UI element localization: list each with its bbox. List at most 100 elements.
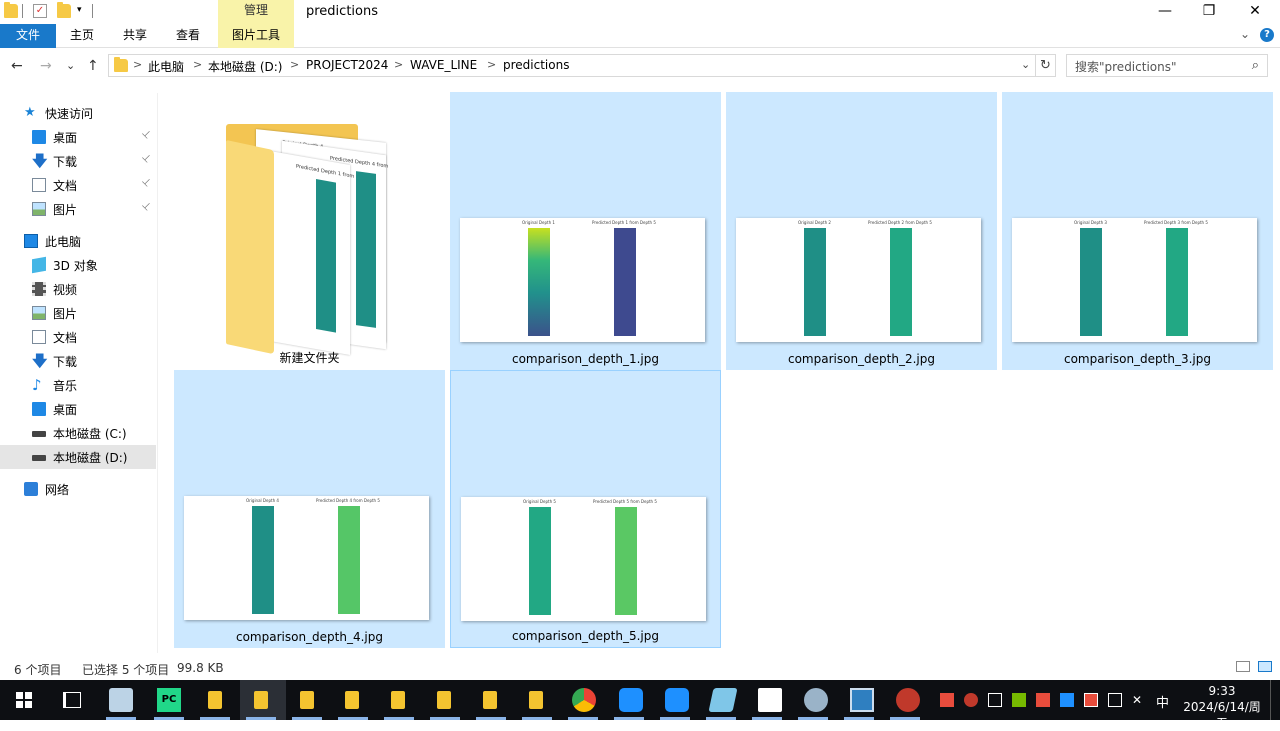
recent-locations-button[interactable]: ⌄: [66, 59, 75, 72]
monitor-app-icon[interactable]: [109, 688, 133, 712]
sidebar-item-label: 桌面: [53, 131, 78, 145]
drive-icon: [32, 455, 46, 461]
breadcrumb-project2024[interactable]: PROJECT2024: [306, 58, 388, 72]
sync-app-icon[interactable]: [619, 688, 643, 712]
details-view-icon[interactable]: [1236, 661, 1250, 672]
quick-access-dropdown-icon[interactable]: ▾: [77, 5, 82, 15]
breadcrumb-this-pc[interactable]: 此电脑: [148, 58, 184, 75]
sidebar-item[interactable]: 🡇 下载 ⊥: [0, 149, 156, 173]
network-icon[interactable]: [1108, 693, 1122, 707]
explorer-icon[interactable]: [345, 691, 359, 709]
clock[interactable]: 9:33 2024/6/14/周五: [1180, 683, 1264, 731]
file-item[interactable]: Original Depth 5 Predicted Depth 5 from D…: [450, 370, 721, 648]
breadcrumb-separator[interactable]: >: [487, 58, 496, 71]
chrome-icon[interactable]: [572, 688, 596, 712]
sidebar-item[interactable]: 3D 对象: [0, 253, 156, 277]
notes-app-icon[interactable]: [708, 688, 738, 712]
manage-tab[interactable]: 管理: [218, 0, 294, 24]
tray-app-icon[interactable]: [964, 693, 978, 707]
file-name: comparison_depth_2.jpg: [787, 352, 935, 366]
properties-icon[interactable]: ✓: [33, 4, 47, 18]
pictures-icon: [32, 202, 46, 216]
tab-file[interactable]: 文件: [0, 24, 56, 48]
help-icon[interactable]: ?: [1260, 28, 1274, 42]
back-button[interactable]: ←: [11, 58, 23, 74]
search-box[interactable]: 搜索"predictions" ⌕: [1066, 54, 1268, 77]
file-name: comparison_depth_5.jpg: [511, 629, 659, 643]
game-app-icon[interactable]: [896, 688, 920, 712]
breadcrumb-wave-line[interactable]: WAVE_LINE: [410, 58, 477, 72]
explorer-icon[interactable]: [529, 691, 543, 709]
tab-home[interactable]: 主页: [58, 24, 106, 48]
up-button[interactable]: ↑: [87, 58, 99, 74]
breadcrumb-separator[interactable]: >: [193, 58, 202, 71]
task-view-icon[interactable]: [63, 692, 81, 708]
explorer-icon[interactable]: [254, 691, 268, 709]
tray-app-icon[interactable]: [940, 693, 954, 707]
file-item[interactable]: Original Depth 1 Predicted Depth 1 from D…: [450, 92, 721, 370]
sidebar-item[interactable]: 视频: [0, 277, 156, 301]
large-icons-view-icon[interactable]: [1258, 661, 1272, 672]
sidebar-item[interactable]: 文档 ⊥: [0, 173, 156, 197]
pycharm-icon[interactable]: PC: [157, 688, 181, 712]
breadcrumb-separator[interactable]: >: [133, 58, 142, 71]
explorer-icon[interactable]: [437, 691, 451, 709]
sidebar-item[interactable]: ★ 快速访问: [0, 101, 156, 125]
breadcrumb-separator[interactable]: >: [290, 58, 299, 71]
sidebar-item[interactable]: 网络: [0, 477, 156, 501]
tray-audio-app-icon[interactable]: [1036, 693, 1050, 707]
file-item[interactable]: Original Depth 2 Predicted Depth 2 from D…: [726, 92, 997, 370]
close-button[interactable]: ✕: [1232, 0, 1278, 24]
ime-indicator[interactable]: 中: [1156, 692, 1169, 711]
tab-share[interactable]: 共享: [112, 24, 158, 48]
refresh-button[interactable]: ↻: [1036, 54, 1056, 77]
explorer-icon[interactable]: [483, 691, 497, 709]
tray-app-icon[interactable]: [1084, 693, 1098, 707]
desktop-icon: [32, 402, 46, 416]
explorer-icon[interactable]: [300, 691, 314, 709]
explorer-icon[interactable]: [391, 691, 405, 709]
tray-app-icon[interactable]: [1060, 693, 1074, 707]
clock-date: 2024/6/14/周五: [1183, 700, 1261, 730]
maximize-button[interactable]: ❐: [1186, 0, 1232, 24]
file-item[interactable]: Original Depth 3 Predicted Depth 3 from D…: [1002, 92, 1273, 370]
new-folder-icon[interactable]: [57, 2, 71, 18]
sidebar-item[interactable]: 桌面 ⊥: [0, 125, 156, 149]
volume-muted-icon[interactable]: ✕: [1132, 693, 1146, 707]
sidebar-item[interactable]: 本地磁盘 (C:): [0, 421, 156, 445]
photos-icon[interactable]: [850, 688, 874, 712]
nvidia-icon[interactable]: [1012, 693, 1026, 707]
sidebar-item[interactable]: ♪ 音乐: [0, 373, 156, 397]
show-desktop-button[interactable]: [1270, 680, 1271, 720]
tab-view[interactable]: 查看: [164, 24, 212, 48]
address-dropdown-icon[interactable]: ⌄: [1021, 58, 1030, 71]
sidebar-item[interactable]: 图片 ⊥: [0, 197, 156, 221]
sidebar-item[interactable]: 图片: [0, 301, 156, 325]
paint-icon[interactable]: [804, 688, 828, 712]
forward-button[interactable]: →: [40, 58, 52, 74]
image-viewer-icon[interactable]: [758, 688, 782, 712]
sync-app-icon[interactable]: [665, 688, 689, 712]
address-bar[interactable]: > 此电脑 > 本地磁盘 (D:) > PROJECT2024 > WAVE_L…: [108, 54, 1036, 77]
minimize-button[interactable]: —: [1142, 0, 1188, 24]
folder-item[interactable]: Original Depth 4Predicted Depth 4 fromPr…: [174, 92, 445, 370]
sidebar-item[interactable]: 此电脑: [0, 229, 156, 253]
tab-picture-tools[interactable]: 图片工具: [218, 24, 294, 48]
file-item[interactable]: Original Depth 4 Predicted Depth 4 from D…: [174, 370, 445, 648]
sidebar-item[interactable]: 本地磁盘 (D:): [0, 445, 156, 469]
file-name: 新建文件夹: [279, 351, 340, 365]
breadcrumb-drive-d[interactable]: 本地磁盘 (D:): [208, 58, 282, 75]
sidebar-item[interactable]: 桌面: [0, 397, 156, 421]
network-icon: [24, 482, 38, 496]
explorer-icon[interactable]: [208, 691, 222, 709]
windows-start-icon[interactable]: [16, 692, 32, 708]
image-thumbnail: Original Depth 3 Predicted Depth 3 from D…: [1012, 218, 1257, 342]
tray-window-icon[interactable]: [988, 693, 1002, 707]
breadcrumb-separator[interactable]: >: [394, 58, 403, 71]
sidebar-item[interactable]: 文档: [0, 325, 156, 349]
sidebar-item[interactable]: 🡇 下载: [0, 349, 156, 373]
search-input[interactable]: 搜索"predictions": [1075, 58, 1177, 75]
breadcrumb-predictions[interactable]: predictions: [503, 58, 569, 72]
search-icon[interactable]: ⌕: [1252, 58, 1259, 73]
ribbon-expand-icon[interactable]: ⌄: [1240, 27, 1250, 41]
